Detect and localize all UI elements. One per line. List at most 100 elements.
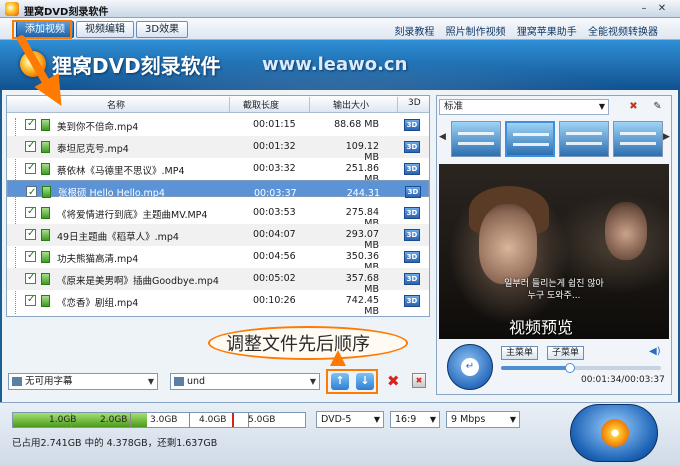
link-burn-tutorial[interactable]: 刻录教程 <box>394 27 434 38</box>
3d-icon[interactable]: 3D <box>404 229 420 241</box>
chevron-right-icon[interactable]: ▶ <box>663 132 670 142</box>
navigation-pad[interactable]: ↵ <box>447 344 493 390</box>
col-name[interactable]: 名称 <box>107 98 125 111</box>
minimize-icon[interactable]: – <box>638 3 650 15</box>
row-checkbox[interactable] <box>25 250 36 262</box>
file-name: 《恋香》剧组.mp4 <box>57 298 139 309</box>
clear-list-icon[interactable]: ✖ <box>412 373 426 388</box>
enter-icon[interactable]: ↵ <box>461 358 479 376</box>
col-3d[interactable]: 3D <box>408 98 421 108</box>
file-name: 功夫熊猫高清.mp4 <box>57 254 139 265</box>
move-up-button[interactable]: ↑ <box>331 373 349 390</box>
table-row[interactable]: 功夫熊猫高清.mp400:04:56350.36 MB3D <box>7 246 429 273</box>
video-file-icon <box>41 295 50 307</box>
col-duration[interactable]: 截取长度 <box>243 98 279 111</box>
table-row[interactable]: 美到你不倍命.mp4 00:01:15 88.68 MB 3D <box>7 114 429 136</box>
row-checkbox[interactable] <box>25 140 36 152</box>
chevron-down-icon: ▼ <box>598 102 605 111</box>
app-logo-icon <box>5 2 19 16</box>
row-checkbox[interactable] <box>25 206 36 218</box>
file-name: 《将爱情进行到底》主题曲MV.MP4 <box>57 210 208 221</box>
callout-pointer <box>330 350 346 366</box>
menu-thumb[interactable] <box>559 121 609 157</box>
close-icon[interactable]: ✕ <box>656 3 668 15</box>
menu-style-select[interactable]: 标准 ▼ <box>439 99 609 115</box>
file-size: 742.45 MB <box>345 295 379 317</box>
3d-icon[interactable]: 3D <box>404 273 420 285</box>
progress-handle[interactable] <box>564 363 575 373</box>
3d-icon[interactable]: 3D <box>404 163 420 175</box>
3d-icon[interactable]: 3D <box>404 295 420 307</box>
file-name: 泰坦尼克号.mp4 <box>57 144 129 155</box>
file-name: 张根硕 Hello Hello.mp4 <box>58 188 165 199</box>
link-photo-video[interactable]: 照片制作视频 <box>446 27 506 38</box>
row-checkbox[interactable] <box>25 162 36 174</box>
burn-button[interactable] <box>570 404 658 462</box>
file-duration: 00:04:07 <box>253 229 296 240</box>
move-down-button[interactable]: ↓ <box>356 373 374 390</box>
3d-icon[interactable]: 3D <box>405 186 421 198</box>
main-menu-button[interactable]: 主菜单 <box>501 346 539 360</box>
row-checkbox[interactable] <box>26 185 37 200</box>
capacity-label: 2.0GB <box>100 415 128 425</box>
3d-icon[interactable]: 3D <box>404 119 420 131</box>
col-output-size[interactable]: 输出大小 <box>333 98 369 111</box>
file-duration: 00:03:53 <box>253 207 296 218</box>
menu-thumb[interactable] <box>451 121 501 157</box>
delete-menu-icon[interactable]: ✖ <box>627 101 640 113</box>
video-file-icon <box>41 251 50 263</box>
file-duration: 00:04:56 <box>253 251 296 262</box>
video-file-icon <box>41 229 50 241</box>
edit-menu-icon[interactable]: ✎ <box>651 101 664 113</box>
chevron-down-icon: ▼ <box>429 415 436 424</box>
reorder-callout-text: 调整文件先后顺序 <box>226 334 370 355</box>
table-row[interactable]: 泰坦尼克号.mp400:01:32109.12 MB3D <box>7 136 429 163</box>
file-name: 美到你不倍命.mp4 <box>57 122 139 133</box>
row-checkbox[interactable] <box>25 272 36 284</box>
row-checkbox[interactable] <box>25 118 36 130</box>
progress-slider[interactable] <box>501 363 661 373</box>
row-checkbox[interactable] <box>25 228 36 240</box>
table-row[interactable]: 蔡依林《马德里不思议》.MP400:03:32251.86 MB3D <box>7 158 429 185</box>
capacity-label: 5.0GB <box>248 415 276 425</box>
3d-icon[interactable]: 3D <box>404 141 420 153</box>
bitrate-select[interactable]: 9 Mbps ▼ <box>446 411 520 428</box>
link-video-converter[interactable]: 全能视频转换器 <box>588 27 658 38</box>
chevron-down-icon: ▼ <box>509 415 516 424</box>
sub-menu-button[interactable]: 子菜单 <box>547 346 585 360</box>
video-file-icon <box>41 141 50 153</box>
capacity-label: 1.0GB <box>49 415 77 425</box>
3d-icon[interactable]: 3D <box>404 251 420 263</box>
table-row[interactable]: 《恋香》剧组.mp4 00:10:26 742.45 MB 3D <box>7 290 429 317</box>
banner-title: 狸窝DVD刻录软件 <box>52 54 221 78</box>
menu-thumb[interactable] <box>613 121 663 157</box>
video-preview[interactable]: 일부러 들리는게 쉽진 않아 누구 도와주... 视频预览 <box>439 164 669 339</box>
video-file-icon <box>41 207 50 219</box>
video-file-icon <box>41 119 50 131</box>
subtitle-select[interactable]: 无可用字幕 ▼ <box>8 373 158 390</box>
delete-icon[interactable]: ✖ <box>387 372 400 390</box>
disc-type-select[interactable]: DVD-5 ▼ <box>316 411 384 428</box>
preview-callout-text: 视频预览 <box>509 318 574 337</box>
capacity-status-text: 已占用2.741GB 中的 4.378GB，还剩1.637GB <box>12 438 218 449</box>
preview-panel: 标准 ▼ ✖ ✎ ◀ ▶ 일부러 들리는게 쉽진 않아 누구 도와주... 视频… <box>436 95 672 395</box>
volume-icon[interactable]: ◀) <box>649 346 661 357</box>
table-row[interactable]: 49日主题曲《稻草人》.mp400:04:07293.07 MB3D <box>7 224 429 251</box>
link-apple-helper[interactable]: 狸窝苹果助手 <box>517 27 577 38</box>
3d-icon[interactable]: 3D <box>404 207 420 219</box>
capacity-bar: 1.0GB 2.0GB 3.0GB 4.0GB 5.0GB <box>12 412 306 428</box>
capacity-label: 4.0GB <box>199 415 227 425</box>
row-checkbox[interactable] <box>25 294 36 306</box>
file-duration: 00:10:26 <box>253 295 296 306</box>
chevron-left-icon[interactable]: ◀ <box>439 132 446 142</box>
chevron-down-icon: ▼ <box>373 415 380 424</box>
audio-select[interactable]: und ▼ <box>170 373 320 390</box>
tab-video-edit[interactable]: 视频编辑 <box>76 21 134 38</box>
title-bar: 狸窝DVD刻录软件 – ✕ <box>0 0 680 18</box>
table-row[interactable]: 《将爱情进行到底》主题曲MV.MP400:03:53275.84 MB3D <box>7 202 429 229</box>
table-row[interactable]: 《原来是美男啊》插曲Goodbye.mp400:05:02357.68 MB3D <box>7 268 429 295</box>
tab-3d-effect[interactable]: 3D效果 <box>136 21 189 38</box>
aspect-ratio-select[interactable]: 16:9 ▼ <box>390 411 440 428</box>
table-row[interactable]: 张根硕 Hello Hello.mp400:03:37244.31 MB3D <box>7 180 429 214</box>
menu-thumb[interactable] <box>505 121 555 157</box>
